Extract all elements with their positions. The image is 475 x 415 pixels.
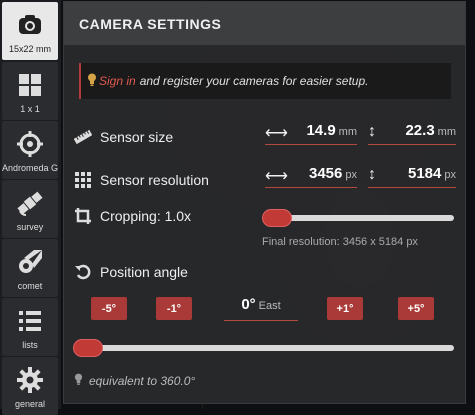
angle-minus-1-button[interactable]: -1° <box>156 297 192 320</box>
rotate-icon <box>74 263 92 281</box>
sidebar-item-label: comet <box>17 281 43 291</box>
satellite-icon <box>15 188 45 218</box>
resolution-width-field[interactable]: ⟷ 3456 px <box>265 165 357 188</box>
final-resolution-text: Final resolution: 3456 x 5184 px <box>262 236 418 248</box>
vertical-arrows-icon: ↕ <box>368 123 376 140</box>
angle-direction: East <box>258 300 281 312</box>
sensor-height-value: 22.3 <box>405 122 435 139</box>
sidebar-item-camera[interactable]: 15x22 mm <box>2 2 58 60</box>
notice-text: and register your cameras for easier set… <box>139 74 369 88</box>
sensor-width-field[interactable]: ⟷ 14.9 mm <box>265 122 357 145</box>
camera-icon <box>15 10 45 40</box>
sensor-height-unit: mm <box>437 126 456 138</box>
horizontal-arrows-icon: ⟷ <box>265 168 288 185</box>
sensor-size-row: Sensor size <box>74 128 173 146</box>
angle-minus-5-button[interactable]: -5° <box>91 297 127 320</box>
lightbulb-icon <box>87 73 97 89</box>
position-angle-label: Position angle <box>100 264 188 280</box>
angle-slider-track[interactable] <box>76 345 454 351</box>
resolution-width-unit: px <box>345 169 357 181</box>
sidebar: 15x22 mm 1 x 1 Andromeda Galaxy survey c… <box>0 0 61 415</box>
sensor-size-label: Sensor size <box>100 129 174 145</box>
comet-icon <box>15 247 45 277</box>
sidebar-item-label: lists <box>22 340 38 350</box>
sidebar-item-label: general <box>14 399 46 409</box>
resolution-height-value: 5184 <box>408 165 442 182</box>
panel-title: CAMERA SETTINGS <box>64 2 465 45</box>
sidebar-item-mosaic[interactable]: 1 x 1 <box>2 62 58 120</box>
crop-icon <box>74 207 92 225</box>
sidebar-item-target[interactable]: Andromeda Galaxy <box>2 121 58 179</box>
pixel-grid-icon <box>74 171 92 189</box>
equivalent-angle-text: equivalent to 360.0° <box>89 373 196 388</box>
resolution-height-unit: px <box>444 169 456 181</box>
position-angle-row: Position angle <box>74 263 188 281</box>
sidebar-item-lists[interactable]: lists <box>2 298 58 356</box>
sidebar-item-label: 1 x 1 <box>20 104 40 114</box>
sidebar-item-general[interactable]: general <box>2 357 58 415</box>
lightbulb-icon <box>74 373 83 388</box>
cropping-row: Cropping: 1.0x <box>74 207 191 225</box>
angle-plus-1-button[interactable]: +1° <box>327 297 363 320</box>
sensor-resolution-label: Sensor resolution <box>100 172 209 188</box>
gear-icon <box>15 365 45 395</box>
grid-icon <box>15 70 45 100</box>
sensor-resolution-row: Sensor resolution <box>74 171 209 189</box>
vertical-arrows-icon: ↕ <box>368 166 376 183</box>
sign-in-notice: Sign in and register your cameras for ea… <box>79 63 451 99</box>
angle-plus-5-button[interactable]: +5° <box>398 297 434 320</box>
sensor-height-field[interactable]: ↕ 22.3 mm <box>368 122 456 145</box>
crosshair-icon <box>15 129 45 159</box>
sidebar-item-label: Andromeda Galaxy <box>2 163 58 173</box>
sidebar-item-survey[interactable]: survey <box>2 180 58 238</box>
sidebar-item-comet[interactable]: comet <box>2 239 58 297</box>
list-icon <box>15 306 45 336</box>
angle-slider-thumb[interactable] <box>73 339 103 357</box>
angle-value: 0° <box>241 296 256 313</box>
cropping-slider-track[interactable] <box>264 215 454 221</box>
sidebar-item-label: survey <box>16 222 44 232</box>
cropping-label: Cropping: 1.0x <box>100 208 192 224</box>
sign-in-link[interactable]: Sign in <box>99 74 136 88</box>
horizontal-arrows-icon: ⟷ <box>265 125 288 142</box>
sensor-width-unit: mm <box>338 126 357 138</box>
sensor-width-value: 14.9 <box>306 122 336 139</box>
resolution-width-value: 3456 <box>309 165 343 182</box>
angle-value-field[interactable]: 0° East <box>224 296 298 321</box>
equivalent-angle-note: equivalent to 360.0° <box>74 373 195 388</box>
camera-settings-panel: CAMERA SETTINGS Sign in and register you… <box>63 1 466 404</box>
ruler-icon <box>74 128 92 146</box>
resolution-height-field[interactable]: ↕ 5184 px <box>368 165 456 188</box>
cropping-slider-thumb[interactable] <box>262 209 292 227</box>
sidebar-item-label: 15x22 mm <box>8 44 52 54</box>
